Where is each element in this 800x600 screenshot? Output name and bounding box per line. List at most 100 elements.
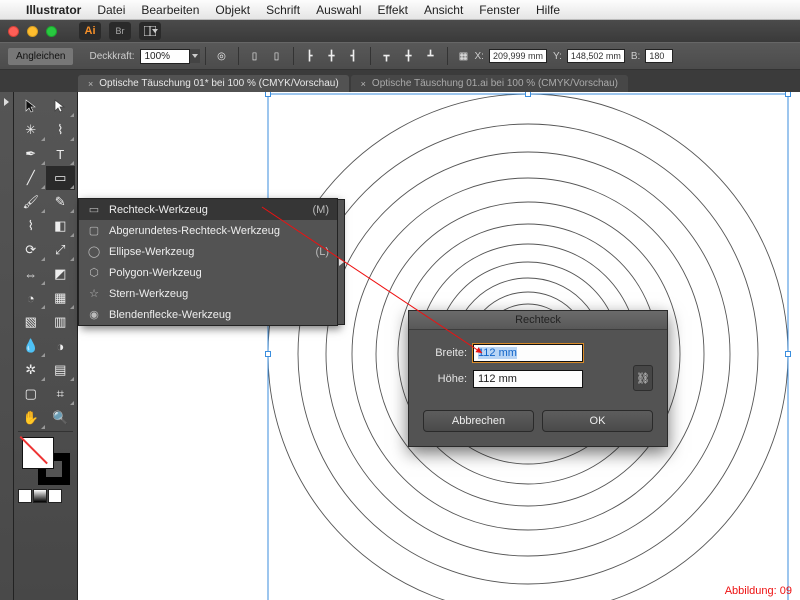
control-bar: Angleichen Deckkraft: ◎ ▯ ▯ ┣ ╋ ┫ ┳ ╋ ┻ … <box>0 42 800 70</box>
perspective-tool[interactable]: ▦ <box>46 286 76 310</box>
flyout-rechteck[interactable]: ▭Rechteck-Werkzeug(M) <box>79 199 337 220</box>
y-input[interactable] <box>567 49 625 63</box>
star-icon: ☆ <box>87 287 101 300</box>
rectangle-tool[interactable]: ▭ <box>46 166 76 190</box>
magic-wand-tool[interactable]: ✳ <box>16 118 46 142</box>
collapsed-panel-strip[interactable] <box>0 92 14 600</box>
tab-close-icon[interactable]: × <box>361 79 366 89</box>
paintbrush-tool[interactable]: 🖌 <box>16 190 46 214</box>
line-tool[interactable]: ╱ <box>16 166 46 190</box>
direct-selection-tool[interactable] <box>46 94 76 118</box>
align-center-icon[interactable]: ▯ <box>267 46 287 66</box>
flyout-flare[interactable]: ◉Blendenflecke-Werkzeug <box>79 304 337 325</box>
tab-close-icon[interactable]: × <box>88 79 93 89</box>
tab-label: Optische Täuschung 01* bei 100 % (CMYK/V… <box>99 78 338 89</box>
align-h2-icon[interactable]: ╋ <box>322 46 342 66</box>
window-titlebar: Ai Br <box>0 20 800 42</box>
transform-ref-icon[interactable]: ▦ <box>454 46 474 66</box>
opacity-label: Deckkraft: <box>89 51 134 62</box>
pencil-tool[interactable]: ✎ <box>46 190 76 214</box>
zoom-icon[interactable] <box>46 26 57 37</box>
menu-bearbeiten[interactable]: Bearbeiten <box>141 3 199 17</box>
tab-doc-1[interactable]: × Optische Täuschung 01* bei 100 % (CMYK/… <box>78 75 349 92</box>
none-mode-icon[interactable] <box>48 489 62 503</box>
align-left-icon[interactable]: ▯ <box>245 46 265 66</box>
mesh-tool[interactable]: ▧ <box>16 310 46 334</box>
height-input[interactable]: 112 mm <box>473 370 583 388</box>
eyedropper-tool[interactable]: 💧 <box>16 334 46 358</box>
opacity-input[interactable] <box>140 49 190 64</box>
align-v1-icon[interactable]: ┳ <box>377 46 397 66</box>
blob-brush-tool[interactable]: ⌇ <box>16 214 46 238</box>
gradient-mode-icon[interactable] <box>33 489 47 503</box>
rectangle-icon: ▭ <box>87 203 101 216</box>
y-label: Y: <box>553 51 562 62</box>
align-v3-icon[interactable]: ┻ <box>421 46 441 66</box>
menu-app[interactable]: Illustrator <box>26 3 81 17</box>
menu-hilfe[interactable]: Hilfe <box>536 3 560 17</box>
height-label: Höhe: <box>423 373 467 385</box>
pen-tool[interactable]: ✒ <box>16 142 46 166</box>
tearoff-handle-icon[interactable] <box>337 199 345 325</box>
ok-button[interactable]: OK <box>542 410 653 432</box>
ai-logo-icon: Ai <box>79 22 101 40</box>
slice-tool[interactable]: ⌗ <box>46 382 76 406</box>
menu-effekt[interactable]: Effekt <box>377 3 407 17</box>
hand-tool[interactable]: ✋ <box>16 406 46 430</box>
menu-auswahl[interactable]: Auswahl <box>316 3 361 17</box>
b-input[interactable] <box>645 49 673 63</box>
close-icon[interactable] <box>8 26 19 37</box>
style-icon[interactable]: ◎ <box>212 46 232 66</box>
type-tool[interactable]: T <box>46 142 76 166</box>
blend-tool[interactable]: ◑ <box>46 334 76 358</box>
x-input[interactable] <box>489 49 547 63</box>
align-v2-icon[interactable]: ╋ <box>399 46 419 66</box>
eraser-tool[interactable]: ◧ <box>46 214 76 238</box>
gradient-tool[interactable]: ▥ <box>46 310 76 334</box>
graph-tool[interactable]: ▤ <box>46 358 76 382</box>
fill-stroke-swatch[interactable] <box>18 435 74 485</box>
link-dimensions-icon[interactable]: ⛓ <box>633 365 653 391</box>
zoom-tool[interactable]: 🔍 <box>46 406 76 430</box>
cancel-button[interactable]: Abbrechen <box>423 410 534 432</box>
menu-fenster[interactable]: Fenster <box>479 3 520 17</box>
shape-tool-flyout: ▭Rechteck-Werkzeug(M) ▢Abgerundetes-Rech… <box>78 198 338 326</box>
selection-tool[interactable] <box>16 94 46 118</box>
rectangle-dialog: Rechteck Breite: 112 mm Höhe: 112 mm ⛓ A… <box>408 310 668 447</box>
polygon-icon: ⬡ <box>87 266 101 279</box>
symbol-sprayer-tool[interactable]: ✲ <box>16 358 46 382</box>
menu-objekt[interactable]: Objekt <box>215 3 250 17</box>
flyout-ellipse[interactable]: ◯Ellipse-Werkzeug(L) <box>79 241 337 262</box>
bridge-icon[interactable]: Br <box>109 22 131 40</box>
artboard-tool[interactable]: ▢ <box>16 382 46 406</box>
minimize-icon[interactable] <box>27 26 38 37</box>
width-input[interactable]: 112 mm <box>473 344 583 362</box>
flyout-polygon[interactable]: ⬡Polygon-Werkzeug <box>79 262 337 283</box>
scale-tool[interactable]: ⤢ <box>46 238 76 262</box>
expand-panel-icon[interactable] <box>4 98 9 106</box>
rounded-rect-icon: ▢ <box>87 224 101 237</box>
mac-menubar: Illustrator Datei Bearbeiten Objekt Schr… <box>0 0 800 20</box>
color-mode-icon[interactable] <box>18 489 32 503</box>
dialog-title: Rechteck <box>409 311 667 330</box>
arrange-docs-icon[interactable] <box>139 22 161 40</box>
tab-label: Optische Täuschung 01.ai bei 100 % (CMYK… <box>372 78 618 89</box>
flyout-star[interactable]: ☆Stern-Werkzeug <box>79 283 337 304</box>
width-tool[interactable]: ⇔ <box>16 262 46 286</box>
shape-builder-tool[interactable]: ◔ <box>16 286 46 310</box>
menu-ansicht[interactable]: Ansicht <box>424 3 463 17</box>
toolbox: ✳⌇ ✒T ╱▭ 🖌✎ ⌇◧ ⟳⤢ ⇔◩ ◔▦ ▧▥ 💧◑ ✲▤ ▢⌗ ✋🔍 <box>14 92 78 600</box>
flyout-rounded-rect[interactable]: ▢Abgerundetes-Rechteck-Werkzeug <box>79 220 337 241</box>
tab-doc-2[interactable]: × Optische Täuschung 01.ai bei 100 % (CMY… <box>351 75 628 92</box>
opacity-dropdown-icon[interactable] <box>190 49 200 63</box>
align-h3-icon[interactable]: ┫ <box>344 46 364 66</box>
rotate-tool[interactable]: ⟳ <box>16 238 46 262</box>
menu-schrift[interactable]: Schrift <box>266 3 300 17</box>
menu-datei[interactable]: Datei <box>97 3 125 17</box>
lasso-tool[interactable]: ⌇ <box>46 118 76 142</box>
width-label: Breite: <box>423 347 467 359</box>
align-h1-icon[interactable]: ┣ <box>300 46 320 66</box>
b-label: B: <box>631 51 640 62</box>
free-transform-tool[interactable]: ◩ <box>46 262 76 286</box>
fill-swatch[interactable] <box>22 437 54 469</box>
